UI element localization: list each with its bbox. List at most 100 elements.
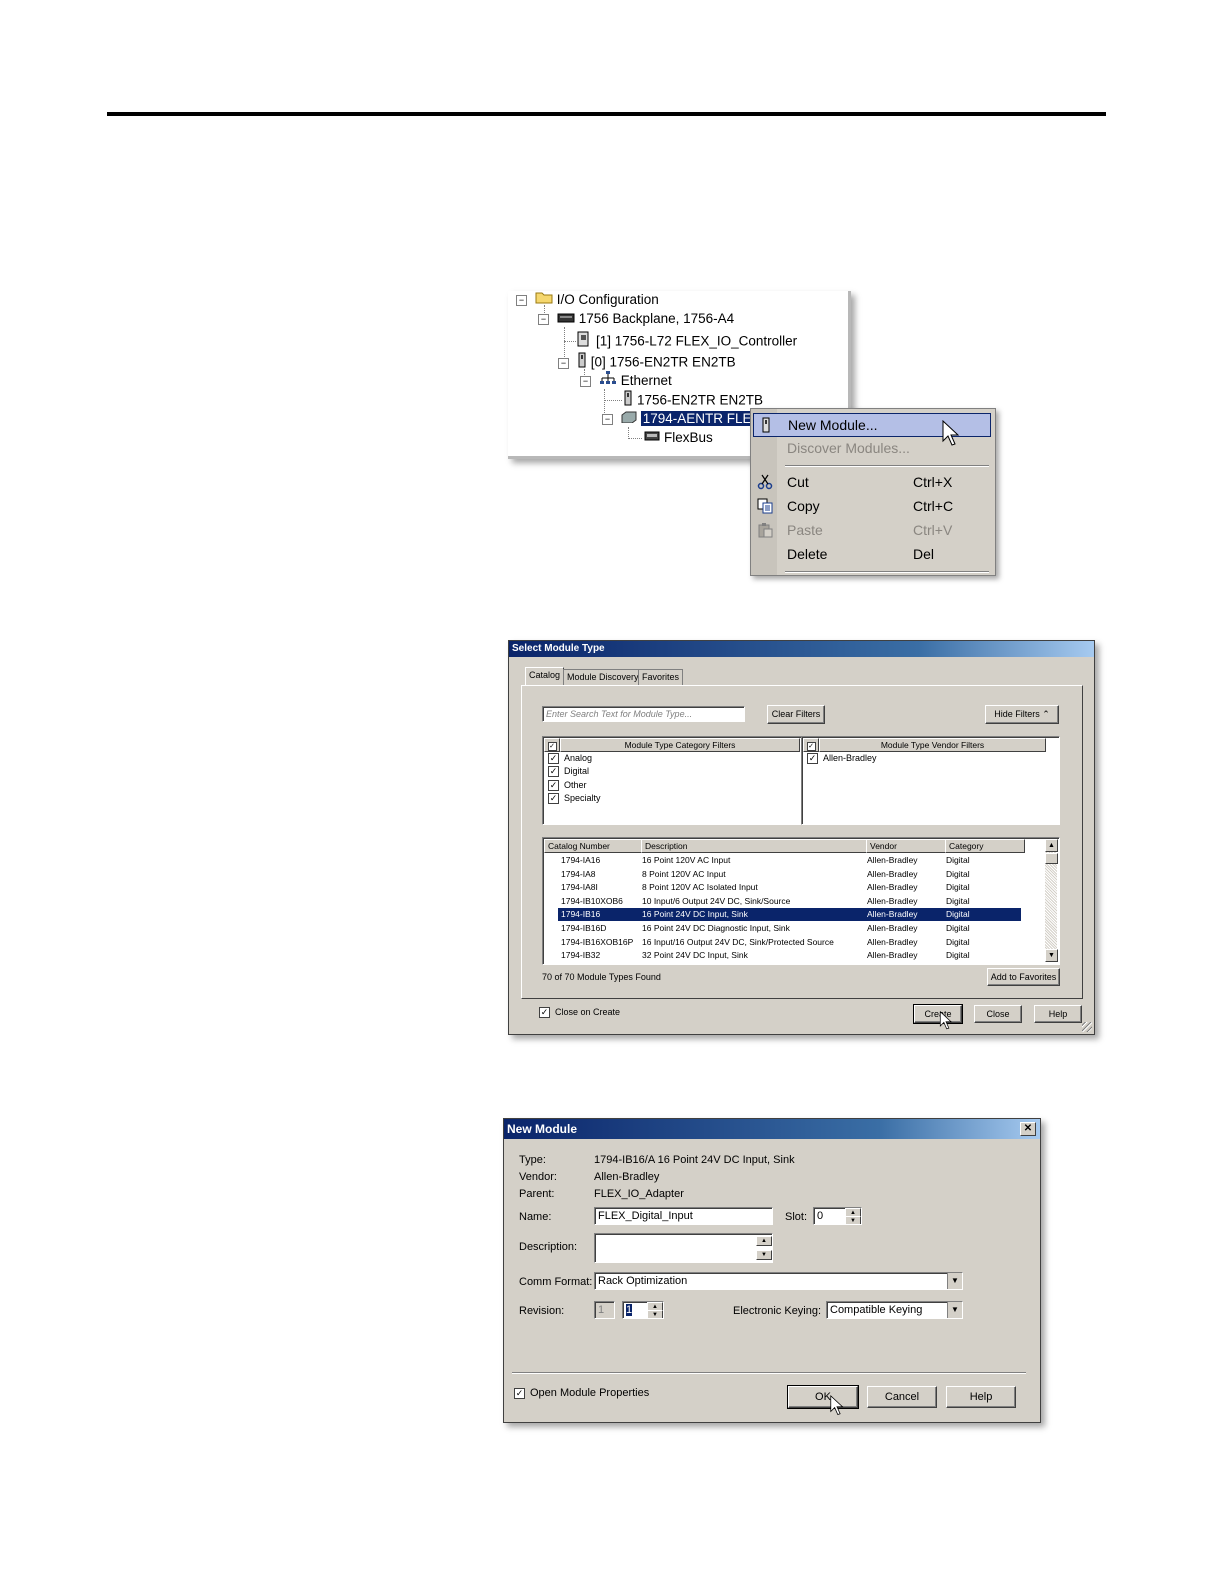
tree-node-flexbus[interactable]: FlexBus (644, 428, 713, 448)
collapse-icon[interactable]: − (580, 375, 591, 387)
category-filter-analog[interactable]: ✓ Analog (548, 752, 592, 765)
category-filter-specialty[interactable]: ✓ Specialty (548, 792, 601, 805)
tab-catalog[interactable]: Catalog (525, 667, 565, 685)
tree-node-backplane[interactable]: − 1756 Backplane, 1756-A4 (538, 309, 734, 329)
table-row[interactable]: 1794-IB16 16 Point 24V DC Input, Sink Alle… (557, 907, 1022, 923)
scroll-down-icon[interactable]: ▼ (756, 1250, 772, 1260)
name-label: Name: (519, 1211, 552, 1223)
column-header-category[interactable]: Category (945, 839, 1025, 853)
column-header-vendor[interactable]: Vendor (866, 839, 946, 853)
resize-grip-icon[interactable] (1082, 1022, 1092, 1032)
table-row[interactable]: 1794-IB32 32 Point 24V DC Input, Sink Alle… (558, 949, 1021, 962)
electronic-keying-select[interactable]: Compatible Keying ▼ (826, 1301, 963, 1319)
help-button[interactable]: Help (946, 1386, 1016, 1408)
collapse-icon[interactable]: − (558, 357, 569, 369)
menu-item-copy[interactable]: Copy Ctrl+C (753, 495, 991, 517)
tree-node-io-configuration[interactable]: − I/O Configuration (516, 290, 659, 310)
paste-icon (758, 523, 773, 538)
ok-button[interactable]: OK (787, 1385, 859, 1409)
category-select-all-header[interactable]: ✓ (544, 738, 560, 752)
checkbox-checked-icon: ✓ (807, 753, 818, 765)
slot-stepper[interactable]: 0 ▲ ▼ (813, 1207, 862, 1225)
table-row[interactable]: 1794-IA8I 8 Point 120V AC Isolated Input A… (558, 881, 1021, 894)
vendor-select-all-header[interactable]: ✓ (803, 738, 819, 752)
chevron-down-icon[interactable]: ▼ (947, 1302, 962, 1318)
scroll-down-icon[interactable]: ▼ (1045, 949, 1058, 962)
vendor-label: Vendor: (519, 1171, 557, 1183)
category-filter-list[interactable]: ✓ Module Type Category Filters ✓ Analog ✓… (542, 736, 802, 825)
mouse-pointer-icon (830, 1395, 844, 1416)
tree-node-controller[interactable]: [1] 1756-L72 FLEX_IO_Controller (576, 331, 797, 351)
name-field[interactable]: FLEX_Digital_Input (594, 1207, 773, 1225)
column-header-catalog-number[interactable]: Catalog Number (544, 839, 642, 853)
category-filter-digital[interactable]: ✓ Digital (548, 765, 589, 778)
clear-filters-button[interactable]: Clear Filters (767, 705, 825, 724)
collapse-icon[interactable]: − (602, 413, 613, 425)
collapse-icon[interactable]: − (538, 313, 549, 325)
vertical-scrollbar[interactable]: ▲ ▼ (1045, 839, 1058, 962)
tree-node-ethernet[interactable]: − Ethernet (580, 371, 672, 391)
double-chevron-up-icon: ⌃ (1042, 709, 1050, 719)
checkbox-label: Open Module Properties (530, 1387, 650, 1399)
table-cell: Allen-Bradley (867, 868, 918, 879)
table-cell: 1794-IA16 (561, 855, 601, 865)
checkbox-checked-icon: ✓ (548, 780, 559, 792)
tree-node-en2tr-slot0[interactable]: − [0] 1756-EN2TR EN2TB (558, 352, 736, 372)
table-cell: 8 Point 120V AC Input (642, 868, 726, 879)
tree-node-en2tr[interactable]: 1756-EN2TR EN2TB (623, 390, 763, 410)
table-cell: Allen-Bradley (867, 923, 918, 933)
tab-favorites[interactable]: Favorites (638, 669, 684, 685)
tree-node-label: 1794-AENTR FLE (639, 410, 755, 427)
add-to-favorites-button[interactable]: Add to Favorites (987, 968, 1060, 986)
vendor-filter-list[interactable]: ✓ Module Type Vendor Filters ✓ Allen-Brad… (801, 736, 1060, 825)
close-on-create-checkbox[interactable]: ✓ Close on Create (539, 1007, 621, 1019)
collapse-icon[interactable]: − (516, 294, 527, 306)
column-header-description[interactable]: Description (641, 839, 867, 853)
type-value: 1794-IB16/A 16 Point 24V DC Input, Sink (594, 1154, 795, 1166)
create-button[interactable]: Create (913, 1004, 963, 1024)
table-row[interactable]: 1794-IB10XOB6 10 Input/6 Output 24V DC, S… (558, 895, 1021, 908)
close-icon[interactable]: ✕ (1020, 1122, 1036, 1136)
menu-item-paste[interactable]: Paste Ctrl+V (753, 519, 991, 541)
tab-module-discovery[interactable]: Module Discovery (563, 669, 643, 685)
menu-item-cut[interactable]: Cut Ctrl+X (753, 471, 991, 493)
category-filter-other[interactable]: ✓ Other (548, 779, 587, 792)
table-cell: 1794-IB16D (561, 923, 607, 933)
help-button[interactable]: Help (1034, 1005, 1082, 1023)
revision-minor-value: 1 (626, 1304, 633, 1316)
vendor-filter-allen-bradley[interactable]: ✓ Allen-Bradley (807, 752, 877, 765)
scroll-up-icon[interactable]: ▲ (1045, 839, 1058, 852)
close-button[interactable]: Close (974, 1005, 1022, 1023)
slot-label: Slot: (785, 1211, 808, 1223)
search-input[interactable]: Enter Search Text for Module Type... (542, 706, 745, 722)
comm-format-select[interactable]: Rack Optimization ▼ (594, 1272, 963, 1290)
description-label: Description: (519, 1241, 578, 1253)
table-cell: 1794-IA8I (561, 882, 598, 893)
scroll-up-icon[interactable]: ▲ (756, 1236, 772, 1246)
cancel-button[interactable]: Cancel (867, 1386, 937, 1408)
network-icon (599, 371, 617, 391)
table-row[interactable]: 1794-IB16XOB16P 16 Input/16 Output 24V DC… (558, 936, 1021, 949)
vendor-value: Allen-Bradley (594, 1171, 660, 1183)
table-row[interactable]: 1794-IA16 16 Point 120V AC Input Allen-Bra… (558, 854, 1021, 867)
checkbox-checked-icon: ✓ (806, 741, 816, 751)
tree-node-label: Ethernet (620, 373, 672, 388)
description-field[interactable] (594, 1233, 773, 1263)
table-row[interactable]: 1794-IA8 8 Point 120V AC Input Allen-Bradl… (558, 868, 1021, 881)
scroll-thumb[interactable] (1045, 853, 1058, 864)
chevron-down-icon[interactable]: ▼ (947, 1273, 962, 1289)
hide-filters-button[interactable]: Hide Filters ⌃ (985, 705, 1059, 724)
revision-minor-stepper[interactable]: 1 ▲ ▼ (622, 1301, 664, 1319)
menu-item-delete[interactable]: Delete Del (753, 543, 991, 565)
tree-node-aentr[interactable]: − 1794-AENTR FLE (602, 409, 755, 429)
table-row[interactable]: 1794-IB16D 16 Point 24V DC Diagnostic Inp… (558, 922, 1021, 935)
checkbox-label: Close on Create (555, 1007, 621, 1017)
tree-node-label: FlexBus (664, 430, 713, 445)
spin-down-icon[interactable]: ▼ (647, 1310, 663, 1318)
tree-connector (564, 341, 576, 342)
table-cell: 10 Input/6 Output 24V DC, Sink/Source (642, 895, 791, 906)
spin-down-icon[interactable]: ▼ (845, 1216, 861, 1224)
revision-label: Revision: (519, 1305, 565, 1317)
open-module-properties-checkbox[interactable]: ✓ Open Module Properties (514, 1387, 649, 1399)
module-type-table[interactable]: Catalog Number Description Vendor Catego… (542, 837, 1060, 965)
